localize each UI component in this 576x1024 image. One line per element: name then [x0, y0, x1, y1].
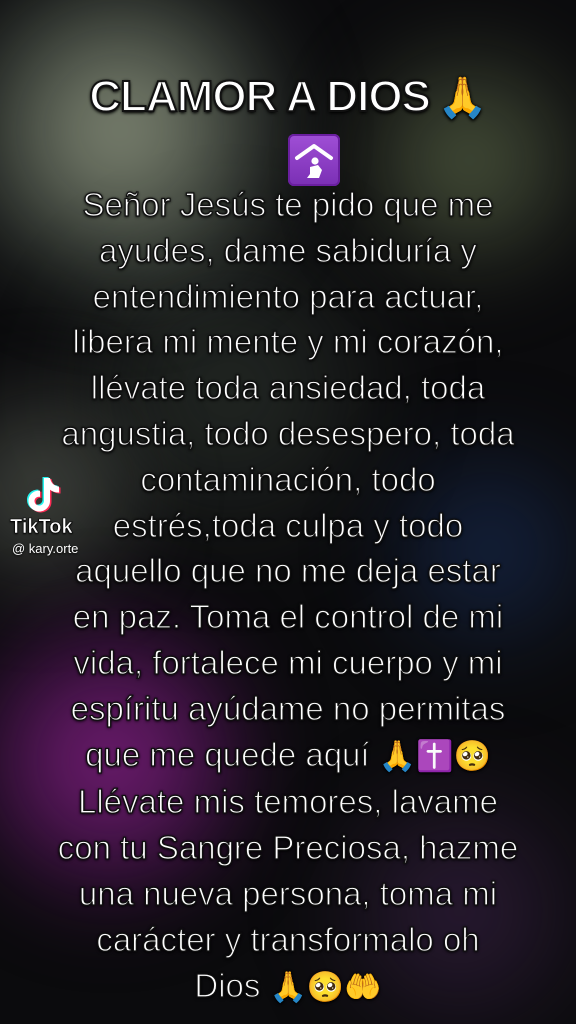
prayer-line: libera mi mente y mi corazón,	[72, 323, 504, 361]
praying-hands-icon: 🙏	[437, 76, 488, 120]
pray-pleading-palms-emoji-icon: 🙏🥺🤲	[269, 970, 382, 1004]
prayer-line: estrés,toda culpa y todo	[112, 506, 464, 544]
place-of-worship-icon	[288, 134, 340, 186]
prayer-line: aquello que no me deja estar	[75, 552, 502, 590]
tiktok-brand-text: TikTok	[10, 516, 73, 539]
prayer-line: Señor Jesús te pido que me	[82, 185, 494, 223]
video-overlay: CLAMOR A DIOS 🙏 Señor Jesús te pido que m…	[0, 0, 576, 1024]
prayer-line: Llévate mis temores, lavame	[77, 783, 498, 821]
prayer-line: que me quede aquí	[85, 735, 371, 773]
prayer-line: carácter y transformalo oh	[96, 920, 481, 958]
prayer-line: Dios	[194, 966, 261, 1004]
tiktok-logo-icon	[27, 477, 61, 513]
prayer-line-with-emojis: que me quede aquí 🙏✝️🥺	[24, 732, 552, 780]
prayer-line: con tu Sangre Preciosa, hazme	[57, 829, 519, 867]
prayer-line: angustia, todo desespero, toda	[61, 414, 515, 452]
title-text: CLAMOR A DIOS	[88, 71, 432, 122]
prayer-line: llévate toda ansiedad, toda	[90, 369, 486, 407]
prayer-line: ayudes, dame sabiduría y	[98, 231, 477, 269]
prayer-text: Señor Jesús te pido que me ayudes, dame …	[24, 182, 552, 1010]
prayer-line: en paz. Toma el control de mi	[72, 598, 504, 636]
prayer-line: espíritu ayúdame no permitas	[70, 689, 506, 727]
prayer-line: una nueva persona, toma mi	[78, 874, 498, 912]
prayer-line-with-emojis: Dios 🙏🥺🤲	[24, 963, 552, 1011]
pray-cross-pleading-emoji-icon: 🙏✝️🥺	[378, 739, 491, 773]
prayer-line: contaminación, todo	[140, 460, 437, 498]
page-title: CLAMOR A DIOS 🙏	[0, 71, 576, 122]
prayer-line: vida, fortalece mi cuerpo y mi	[73, 643, 503, 681]
prayer-line: entendimiento para actuar,	[92, 277, 484, 315]
tiktok-username: @ kary.orte	[12, 541, 79, 556]
